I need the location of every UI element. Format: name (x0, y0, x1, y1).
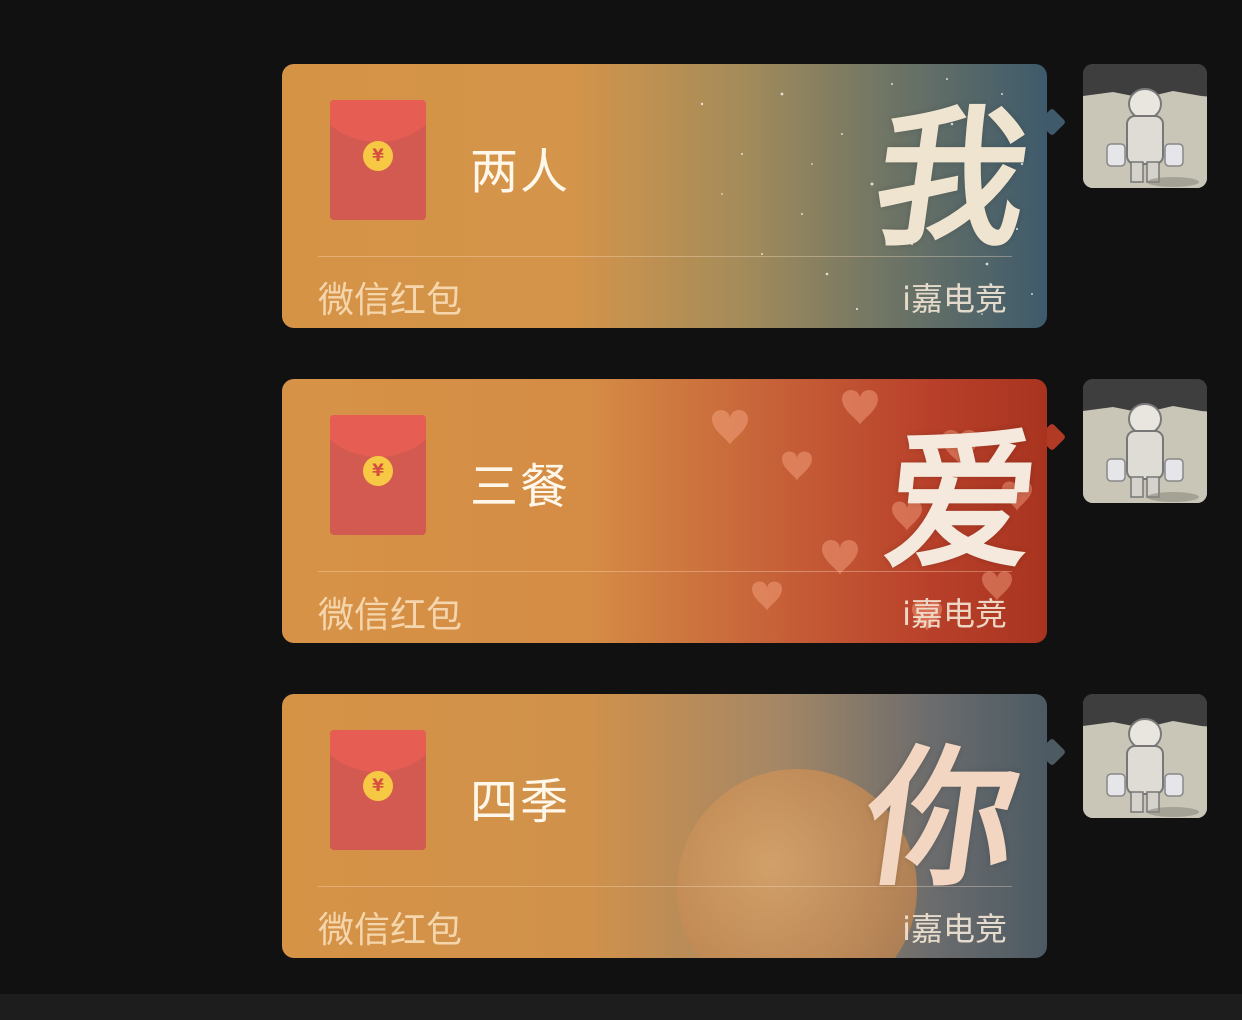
brand-watermark: i嘉电竞 (902, 595, 1007, 633)
brand-watermark: i嘉电竞 (902, 280, 1007, 318)
red-packet-label: 微信红包 (318, 280, 463, 321)
red-packet-label: 微信红包 (318, 595, 463, 636)
envelope-flap (330, 100, 426, 142)
yuan-coin-icon: ¥ (363, 456, 393, 486)
divider (318, 886, 1012, 887)
red-packet-title: 四季 (470, 774, 571, 830)
red-packet-message: 我 ¥ 两人 微信红包 i嘉电竞 (282, 64, 1208, 328)
envelope-flap (330, 415, 426, 457)
yuan-coin-icon: ¥ (363, 141, 393, 171)
input-bar-edge (0, 994, 1242, 1020)
sender-avatar[interactable] (1083, 694, 1207, 818)
envelope-flap (330, 730, 426, 772)
sender-avatar[interactable] (1083, 64, 1207, 188)
red-packet-bubble[interactable]: 爱 ¥ 三餐 微信红包 i嘉电竞 (282, 379, 1047, 643)
red-packet-title: 两人 (470, 144, 571, 200)
red-packet-message: 爱 ¥ 三餐 微信红包 i嘉电竞 (282, 379, 1208, 643)
red-envelope-icon: ¥ (330, 100, 426, 220)
chat-view: 我 ¥ 两人 微信红包 i嘉电竞 爱 ¥ 三餐 微信红包 i嘉电竞 你 ¥ 四季… (0, 0, 1242, 1020)
red-packet-bubble[interactable]: 我 ¥ 两人 微信红包 i嘉电竞 (282, 64, 1047, 328)
astronaut-avatar-icon (1083, 64, 1207, 188)
calligraphy-character: 我 (864, 91, 1040, 267)
calligraphy-character: 爱 (877, 414, 1047, 590)
astronaut-avatar-icon (1083, 694, 1207, 818)
red-packet-label: 微信红包 (318, 910, 463, 951)
red-envelope-icon: ¥ (330, 730, 426, 850)
yuan-coin-icon: ¥ (363, 771, 393, 801)
red-packet-title: 三餐 (470, 459, 571, 515)
astronaut-avatar-icon (1083, 379, 1207, 503)
calligraphy-character: 你 (854, 731, 1030, 907)
divider (318, 256, 1012, 257)
brand-watermark: i嘉电竞 (902, 910, 1007, 948)
red-packet-bubble[interactable]: 你 ¥ 四季 微信红包 i嘉电竞 (282, 694, 1047, 958)
divider (318, 571, 1012, 572)
red-packet-message: 你 ¥ 四季 微信红包 i嘉电竞 (282, 694, 1208, 958)
red-envelope-icon: ¥ (330, 415, 426, 535)
sender-avatar[interactable] (1083, 379, 1207, 503)
